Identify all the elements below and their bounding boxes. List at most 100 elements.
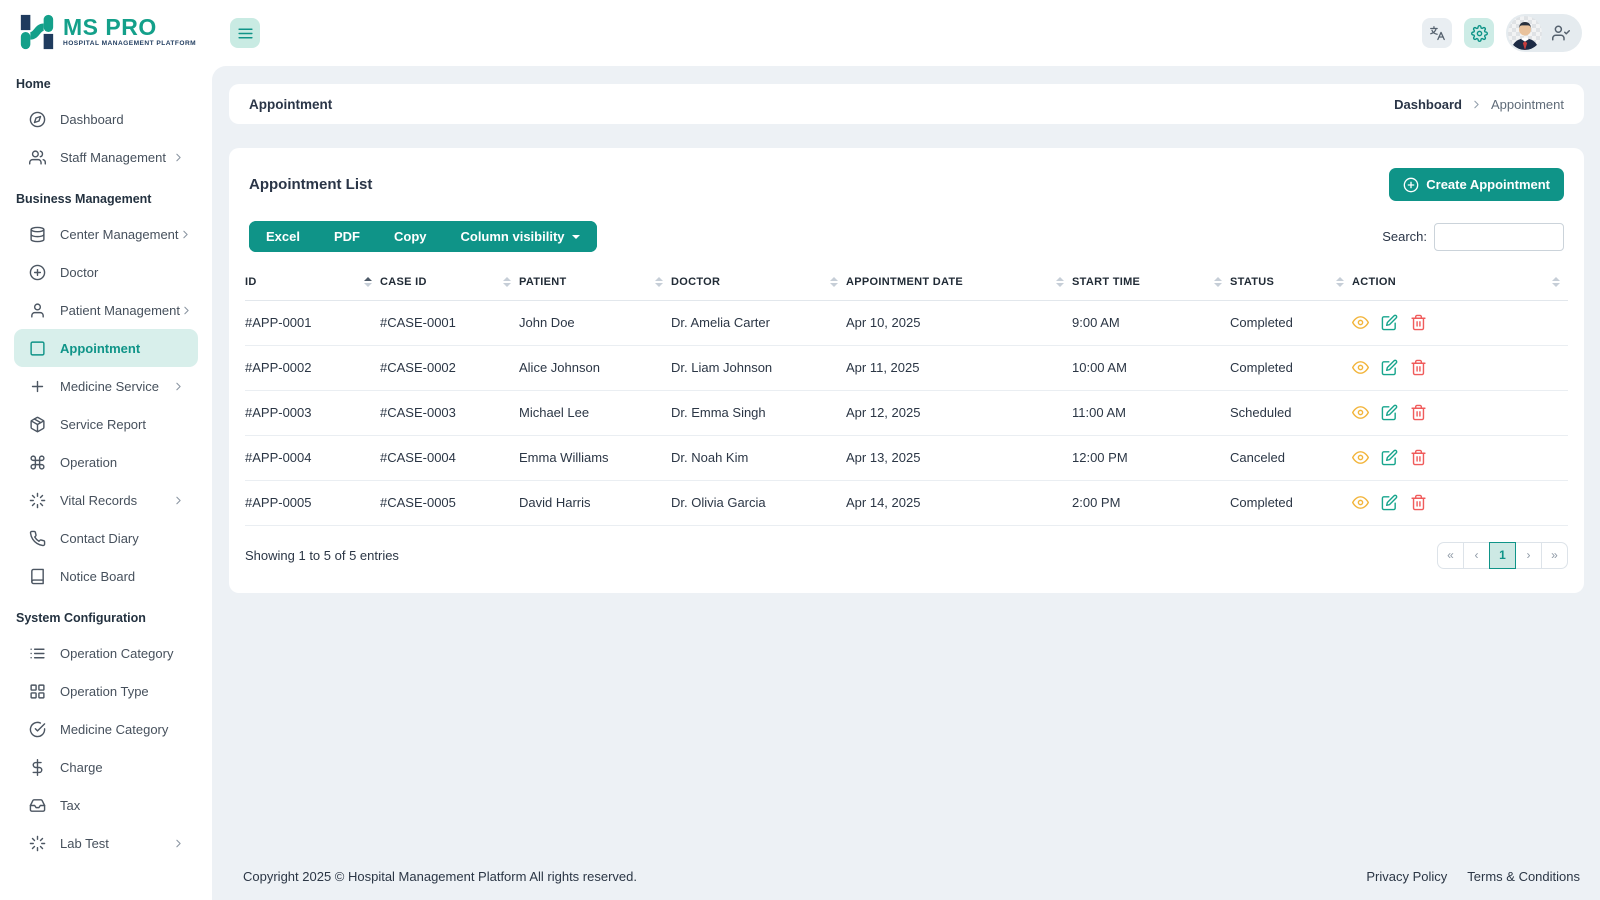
settings-button[interactable] <box>1464 18 1494 48</box>
cell-date: Apr 11, 2025 <box>846 345 1072 391</box>
breadcrumb: Dashboard Appointment <box>1394 97 1564 112</box>
sidebar-item-lab-test[interactable]: Lab Test <box>14 824 198 862</box>
sidebar-item-label: Staff Management <box>60 149 166 165</box>
edit-button[interactable] <box>1381 449 1398 466</box>
table-row: #APP-0004 #CASE-0004 Emma Williams Dr. Noah… <box>245 435 1568 481</box>
sidebar-item-label: Operation <box>60 454 118 470</box>
sidebar-item-operation-type[interactable]: Operation Type <box>14 672 198 710</box>
chevron-right-icon <box>172 836 186 850</box>
export-pdf-button[interactable]: PDF <box>316 221 377 252</box>
cell-status: Completed <box>1230 300 1352 346</box>
square-icon <box>28 339 46 357</box>
pagination-last-button[interactable]: » <box>1541 541 1568 569</box>
delete-button[interactable] <box>1410 494 1427 511</box>
chevron-right-icon <box>172 150 186 164</box>
cell-id: #APP-0003 <box>245 390 380 436</box>
pagination: « ‹ 1 › » <box>1437 541 1568 569</box>
delete-button[interactable] <box>1410 404 1427 421</box>
nav-section-label: Business Management <box>16 192 152 206</box>
edit-button[interactable] <box>1381 359 1398 376</box>
brand-logo[interactable]: MS PRO HOSPITAL MANAGEMENT PLATFORM <box>0 0 212 57</box>
sidebar-item-tax[interactable]: Tax <box>14 786 198 824</box>
main-content: Appointment Dashboard Appointment Appoin… <box>212 66 1600 900</box>
column-header-label: DOCTOR <box>671 275 721 288</box>
delete-button[interactable] <box>1410 314 1427 331</box>
view-button[interactable] <box>1352 494 1369 511</box>
sidebar-item-dashboard[interactable]: Dashboard <box>14 100 198 138</box>
column-header-appointment-date[interactable]: APPOINTMENT DATE <box>846 264 1072 301</box>
breadcrumb-dashboard-link[interactable]: Dashboard <box>1394 97 1462 112</box>
sidebar-item-staff-management[interactable]: Staff Management <box>14 138 198 176</box>
column-header-label: START TIME <box>1072 275 1141 288</box>
column-header-start-time[interactable]: START TIME <box>1072 264 1230 301</box>
table-container: ID CASE ID PATIENT DOCTOR APPOINTMENT DATE ST… <box>229 252 1584 526</box>
menu-toggle-button[interactable] <box>230 18 260 48</box>
sidebar-item-medicine-service[interactable]: Medicine Service <box>14 367 198 405</box>
sidebar-item-operation[interactable]: Operation <box>14 443 198 481</box>
edit-button[interactable] <box>1381 494 1398 511</box>
view-button[interactable] <box>1352 404 1369 421</box>
pagination-first-button[interactable]: « <box>1437 541 1464 569</box>
sidebar-nav: Home Dashboard Staff Management Business Ma… <box>0 57 212 862</box>
dollar-sign-icon <box>28 758 46 776</box>
check-circle-icon <box>28 720 46 738</box>
edit-button[interactable] <box>1381 314 1398 331</box>
gauge-icon <box>28 110 46 128</box>
pagination-page-1-button[interactable]: 1 <box>1489 541 1516 569</box>
translate-icon <box>1429 25 1446 42</box>
delete-button[interactable] <box>1410 449 1427 466</box>
translate-button[interactable] <box>1422 18 1452 48</box>
sidebar-item-appointment[interactable]: Appointment <box>14 329 198 367</box>
cell-date: Apr 14, 2025 <box>846 480 1072 526</box>
sidebar-item-label: Center Management <box>60 226 179 242</box>
table-footer: Showing 1 to 5 of 5 entries « ‹ 1 › » <box>229 526 1584 589</box>
column-visibility-button[interactable]: Column visibility <box>443 221 597 252</box>
topbar-actions <box>1422 14 1582 52</box>
sidebar-item-operation-category[interactable]: Operation Category <box>14 634 198 672</box>
cell-patient: John Doe <box>519 300 671 346</box>
sidebar-item-doctor[interactable]: Doctor <box>14 253 198 291</box>
profile-menu[interactable] <box>1506 14 1582 52</box>
cell-id: #APP-0002 <box>245 345 380 391</box>
sidebar-item-medicine-category[interactable]: Medicine Category <box>14 710 198 748</box>
view-button[interactable] <box>1352 449 1369 466</box>
page-footer: Copyright 2025 © Hospital Management Pla… <box>229 859 1584 886</box>
sidebar-item-patient-management[interactable]: Patient Management <box>14 291 198 329</box>
search-input[interactable] <box>1434 222 1564 251</box>
page-title: Appointment <box>249 96 333 112</box>
cell-action <box>1352 300 1568 346</box>
loader-icon <box>28 491 46 509</box>
pagination-prev-button[interactable]: ‹ <box>1463 541 1490 569</box>
delete-button[interactable] <box>1410 359 1427 376</box>
sidebar-item-center-management[interactable]: Center Management <box>14 215 198 253</box>
view-button[interactable] <box>1352 314 1369 331</box>
cell-time: 11:00 AM <box>1072 390 1230 436</box>
sidebar-item-vital-records[interactable]: Vital Records <box>14 481 198 519</box>
terms-conditions-link[interactable]: Terms & Conditions <box>1467 869 1580 884</box>
appointments-table: ID CASE ID PATIENT DOCTOR APPOINTMENT DATE ST… <box>245 264 1568 526</box>
export-copy-button[interactable]: Copy <box>376 221 444 252</box>
list-icon <box>28 644 46 662</box>
chevron-right-icon <box>179 227 192 241</box>
sidebar-item-charge[interactable]: Charge <box>14 748 198 786</box>
search-label: Search: <box>1382 229 1427 244</box>
column-header-action[interactable]: ACTION <box>1352 264 1568 301</box>
sidebar-item-label: Operation Type <box>60 683 149 699</box>
column-header-doctor[interactable]: DOCTOR <box>671 264 846 301</box>
sidebar-item-notice-board[interactable]: Notice Board <box>14 557 198 595</box>
export-excel-button[interactable]: Excel <box>249 221 317 252</box>
sidebar-item-contact-diary[interactable]: Contact Diary <box>14 519 198 557</box>
column-header-case-id[interactable]: CASE ID <box>380 264 519 301</box>
cell-time: 9:00 AM <box>1072 300 1230 346</box>
create-appointment-button[interactable]: Create Appointment <box>1389 168 1564 201</box>
view-button[interactable] <box>1352 359 1369 376</box>
column-header-status[interactable]: STATUS <box>1230 264 1352 301</box>
edit-button[interactable] <box>1381 404 1398 421</box>
column-header-patient[interactable]: PATIENT <box>519 264 671 301</box>
sidebar-item-service-report[interactable]: Service Report <box>14 405 198 443</box>
pagination-next-button[interactable]: › <box>1515 541 1542 569</box>
cell-date: Apr 12, 2025 <box>846 390 1072 436</box>
column-header-id[interactable]: ID <box>245 264 380 301</box>
sidebar-item-label: Notice Board <box>60 568 136 584</box>
privacy-policy-link[interactable]: Privacy Policy <box>1366 869 1447 884</box>
